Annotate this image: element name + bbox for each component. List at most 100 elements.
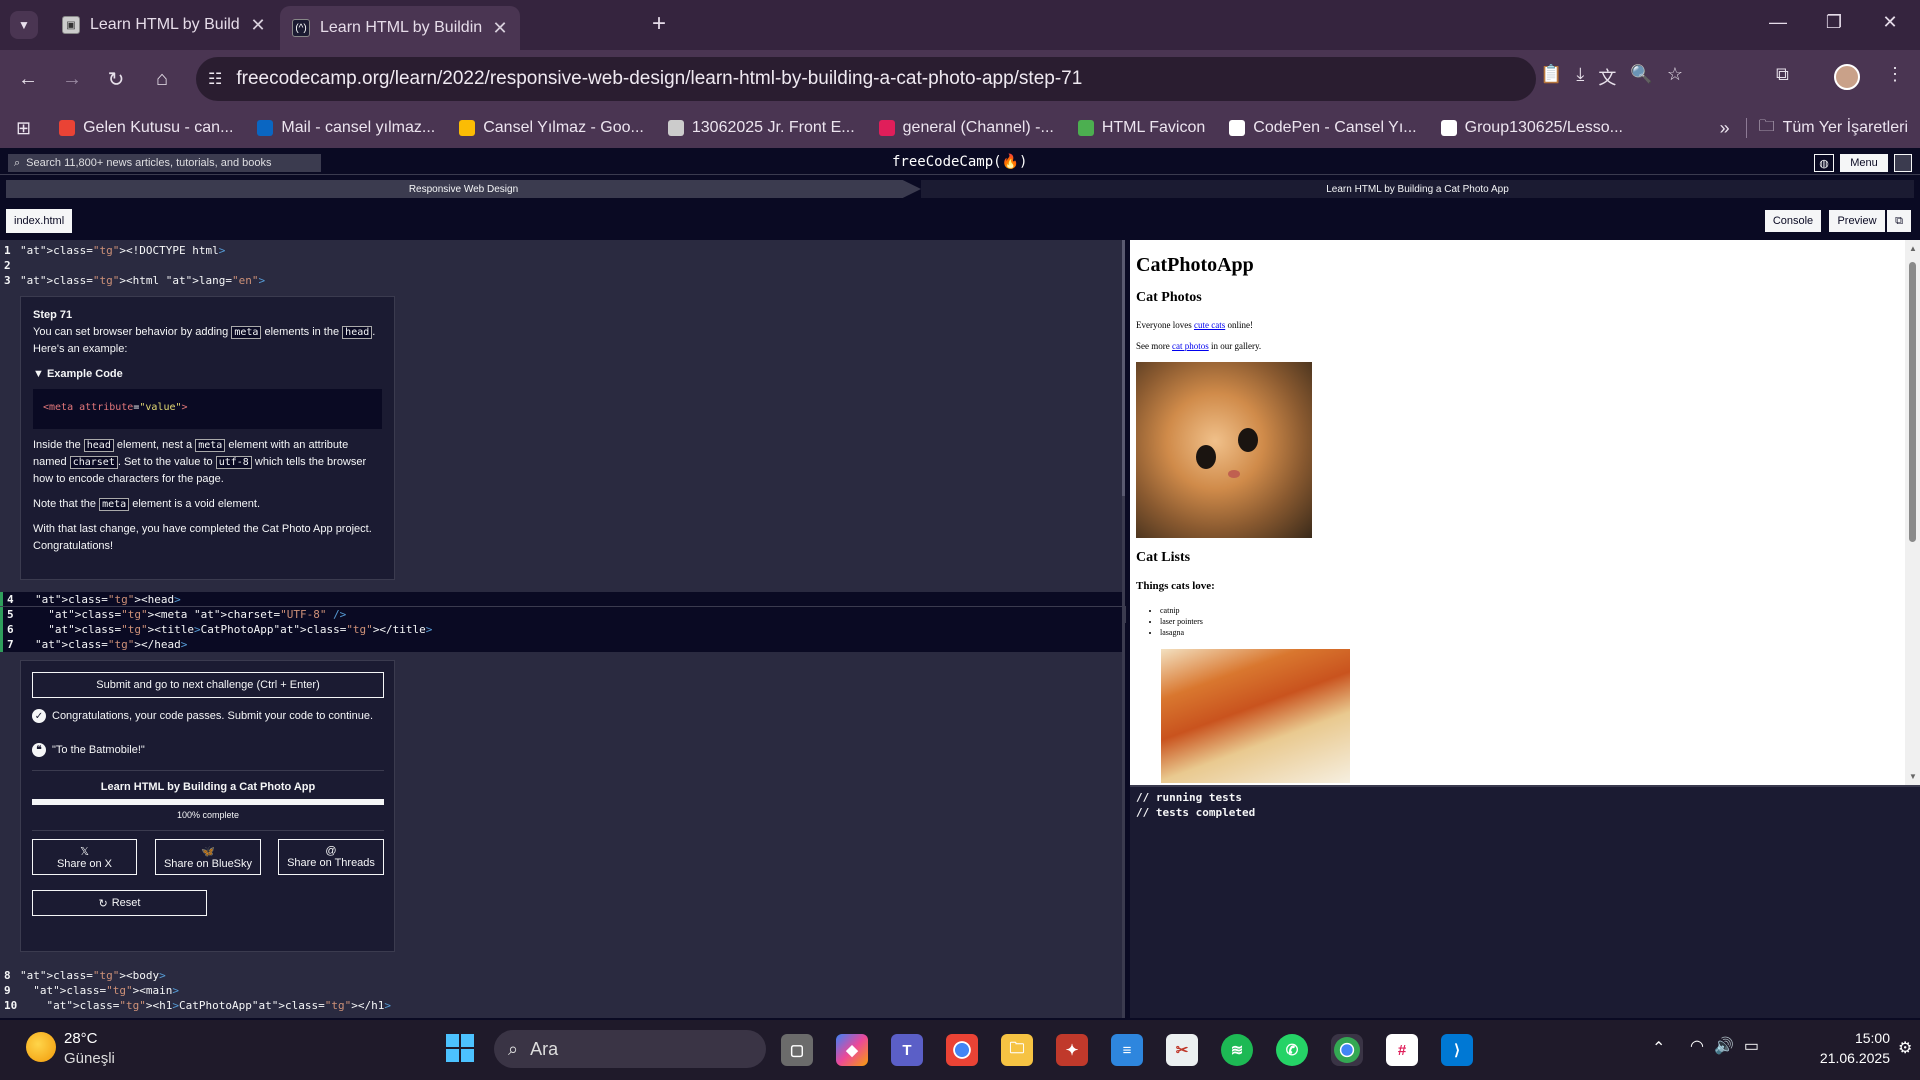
fcc-logo[interactable]: freeCodeCamp(🔥) <box>892 154 1027 170</box>
preview-list: catnip laser pointers lasagna <box>1160 605 1203 638</box>
share-bluesky-button[interactable]: 🦋 Share on BlueSky <box>155 839 261 875</box>
code-line[interactable]: 9 "at">class="tg"><main> <box>0 983 1125 998</box>
preview-scrollbar[interactable]: ▲ ▼ <box>1905 240 1920 785</box>
weather-sun-icon[interactable] <box>26 1032 56 1062</box>
tab-title: Learn HTML by Building a Cat P <box>90 16 240 33</box>
windows-start-icon[interactable] <box>446 1034 474 1062</box>
code-text: "at">class="tg"><meta "at">charset="UTF-… <box>48 608 347 621</box>
bookmark-item[interactable]: Group130625/Lesso... <box>1429 119 1635 137</box>
more-menu-icon[interactable]: ⋮ <box>1886 64 1904 85</box>
code-line[interactable]: 7 "at">class="tg"></head> <box>0 637 1125 652</box>
menu-button[interactable]: Menu <box>1840 154 1888 172</box>
code-line[interactable]: 4 "at">class="tg"><head> <box>0 592 1125 607</box>
breadcrumb-block[interactable]: Learn HTML by Building a Cat Photo App <box>921 180 1914 198</box>
new-tab-button[interactable]: + <box>652 10 666 38</box>
submit-button[interactable]: Submit and go to next challenge (Ctrl + … <box>32 672 384 698</box>
editor-scrollbar[interactable] <box>1122 240 1125 1018</box>
system-tray-chevron-icon[interactable]: ⌃ <box>1652 1038 1665 1058</box>
lasagna-image[interactable] <box>1161 649 1350 783</box>
code-line[interactable]: 1 "at">class="tg"><!DOCTYPE html> <box>0 243 1125 258</box>
profile-avatar[interactable] <box>1834 64 1860 90</box>
close-tab-icon[interactable]: ✕ <box>492 18 508 39</box>
code-text: "at">class="tg"><title>CatPhotoApp"at">c… <box>48 623 433 636</box>
tab-search-button[interactable]: ▼ <box>10 11 38 39</box>
example-code-toggle[interactable]: ▼ Example Code <box>33 366 382 383</box>
snipping-tool-icon[interactable]: ✂ <box>1166 1034 1198 1066</box>
task-view-icon[interactable]: ▢ <box>781 1034 813 1066</box>
restore-icon[interactable]: ❐ <box>1806 12 1862 33</box>
notifications-icon[interactable]: ⚙ <box>1898 1038 1912 1058</box>
code-line[interactable]: 6 "at">class="tg"><title>CatPhotoApp"at"… <box>0 622 1125 637</box>
clipboard-icon[interactable]: 📋 <box>1540 64 1562 90</box>
code-line[interactable]: 8 "at">class="tg"><body> <box>0 968 1125 983</box>
list-item: laser pointers <box>1160 616 1203 627</box>
taskbar-search-input[interactable]: ⌕ Ara <box>494 1030 766 1068</box>
bookmark-item[interactable]: general (Channel) -... <box>867 119 1066 137</box>
extensions-icon[interactable]: ⧉ <box>1776 64 1789 85</box>
step-paragraph-1: You can set browser behavior by adding m… <box>33 326 376 355</box>
quote-message: ❝ "To the Batmobile!" <box>32 743 145 757</box>
reset-button[interactable]: ↻ Reset <box>32 890 207 916</box>
star-icon[interactable]: ☆ <box>1667 64 1683 90</box>
browser-tab-2[interactable]: (^) Learn HTML by Building a Cat P ✕ <box>280 6 520 50</box>
system-tray-icons[interactable]: ◠ 🔊 ▭ <box>1690 1036 1759 1056</box>
translate-icon[interactable]: 文 <box>1598 64 1616 90</box>
cat-photos-link[interactable]: cat photos <box>1172 341 1209 351</box>
chrome-active-icon[interactable] <box>1331 1034 1363 1066</box>
close-window-icon[interactable]: ✕ <box>1862 12 1918 33</box>
notepad-icon[interactable]: ≡ <box>1111 1034 1143 1066</box>
chrome-icon[interactable] <box>946 1034 978 1066</box>
console-toggle-button[interactable]: Console <box>1764 209 1822 233</box>
apps-grid-icon[interactable]: ⊞ <box>0 118 47 139</box>
home-icon[interactable]: ⌂ <box>144 61 180 97</box>
back-icon[interactable]: ← <box>10 61 46 97</box>
cat-photo-image[interactable] <box>1136 362 1312 538</box>
language-globe-icon[interactable]: ◍ <box>1814 154 1834 172</box>
preview-frame: CatPhotoApp Cat Photos Everyone loves cu… <box>1130 240 1920 785</box>
vscode-icon[interactable]: ⟩ <box>1441 1034 1473 1066</box>
code-editor[interactable]: 1 "at">class="tg"><!DOCTYPE html> 2 3 "at">c… <box>0 240 1126 1018</box>
preview-popout-icon[interactable]: ⧉ <box>1886 209 1912 233</box>
share-threads-button[interactable]: @ Share on Threads <box>278 839 384 875</box>
share-x-button[interactable]: 𝕏 Share on X <box>32 839 137 875</box>
reload-icon[interactable]: ↻ <box>98 61 134 97</box>
fcc-search-input[interactable]: ⌕ Search 11,800+ news articles, tutorial… <box>8 154 321 172</box>
line-number: 1 <box>4 244 11 257</box>
code-line[interactable]: 10 "at">class="tg"><h1>CatPhotoApp"at">c… <box>0 998 1125 1013</box>
cute-cats-link[interactable]: cute cats <box>1194 320 1225 330</box>
file-explorer-icon[interactable]: 🗀 <box>1001 1034 1033 1066</box>
bookmarks-overflow-icon[interactable]: » <box>1704 118 1746 139</box>
code-line[interactable]: 5 "at">class="tg"><meta "at">charset="UT… <box>0 606 1126 623</box>
spotify-icon[interactable]: ≋ <box>1221 1034 1253 1066</box>
close-tab-icon[interactable]: ✕ <box>250 15 266 36</box>
all-bookmarks-folder[interactable]: 🗀 Tüm Yer İşaretleri <box>1747 115 1920 142</box>
whatsapp-icon[interactable]: ✆ <box>1276 1034 1308 1066</box>
app-icon-red[interactable]: ✦ <box>1056 1034 1088 1066</box>
forward-icon[interactable]: → <box>54 61 90 97</box>
bookmark-item[interactable]: 13062025 Jr. Front E... <box>656 119 867 137</box>
bookmark-item[interactable]: Cansel Yılmaz - Goo... <box>447 119 656 137</box>
bookmark-item[interactable]: HTML Favicon <box>1066 119 1217 137</box>
install-icon[interactable]: ⤓ <box>1576 64 1584 90</box>
teams-icon[interactable]: T <box>891 1034 923 1066</box>
file-tab-index-html[interactable]: index.html <box>6 209 73 233</box>
slack-icon[interactable]: # <box>1386 1034 1418 1066</box>
breadcrumb-superblock[interactable]: Responsive Web Design <box>6 180 921 198</box>
minimize-icon[interactable]: — <box>1750 12 1806 33</box>
zoom-icon[interactable]: 🔍 <box>1630 64 1652 90</box>
triangle-down-icon: ▼ <box>33 368 44 380</box>
site-info-icon[interactable]: ☷ <box>208 69 222 89</box>
bookmark-item[interactable]: Gelen Kutusu - can... <box>47 119 245 137</box>
bookmark-item[interactable]: Mail - cansel yılmaz... <box>245 119 447 137</box>
browser-tab-1[interactable]: ▣ Learn HTML by Building a Cat P ✕ <box>50 6 278 44</box>
bookmark-item[interactable]: CodePen - Cansel Yı... <box>1217 119 1428 137</box>
code-text: "at">class="tg"><head> <box>35 593 181 606</box>
code-line[interactable]: 2 <box>0 258 1125 273</box>
clock-time[interactable]: 15:00 <box>1794 1030 1890 1046</box>
code-line[interactable]: 3 "at">class="tg"><html "at">lang="en"> <box>0 273 1125 288</box>
preview-toggle-button[interactable]: Preview <box>1828 209 1886 233</box>
user-avatar[interactable] <box>1894 154 1912 172</box>
copilot-icon[interactable]: ◆ <box>836 1034 868 1066</box>
weather-temp[interactable]: 28°C <box>64 1030 98 1047</box>
address-bar[interactable]: ☷ freecodecamp.org/learn/2022/responsive… <box>196 57 1536 101</box>
